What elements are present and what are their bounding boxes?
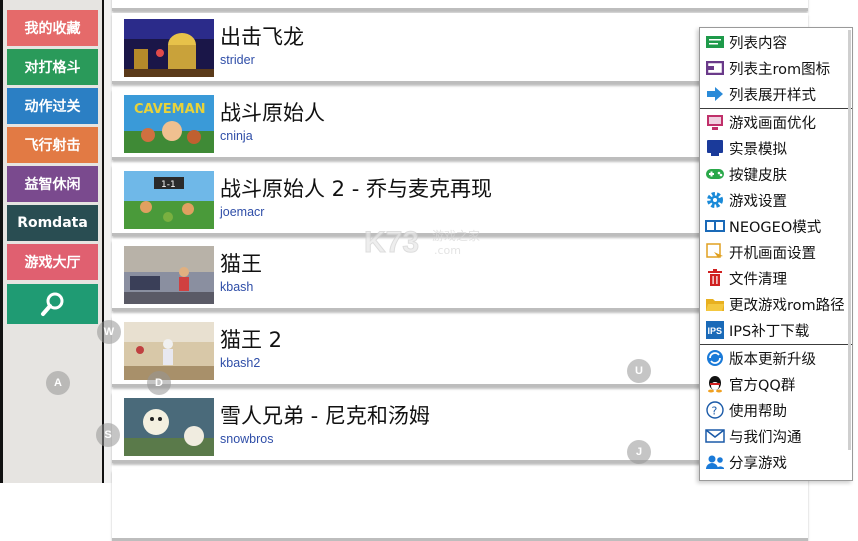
expand-arrow-icon (705, 84, 725, 104)
menu-item-qq-group[interactable]: 官方QQ群 (700, 371, 852, 397)
key-hint-a: A (46, 371, 70, 395)
divider (104, 0, 112, 483)
game-rom-name: kbash2 (220, 356, 261, 370)
game-thumbnail (124, 322, 214, 380)
game-thumbnail: CAVEMAN (124, 95, 214, 153)
boot-screen-icon (705, 242, 725, 262)
svg-text:IPS: IPS (708, 326, 723, 336)
menu-item-rom-icon[interactable]: 列表主rom图标 (700, 55, 852, 81)
svg-text:游戏之家: 游戏之家 (432, 228, 480, 243)
category-fighting[interactable]: 对打格斗 (7, 49, 98, 85)
share-icon (705, 452, 725, 472)
menu-item-game-settings[interactable]: 游戏设置 (700, 187, 852, 213)
neogeo-icon (705, 216, 725, 236)
menu-item-neogeo-mode[interactable]: NEOGEO模式 (700, 213, 852, 239)
game-title: 战斗原始人 2 - 乔与麦克再现 (220, 177, 492, 201)
game-rom-name: joemacr (220, 205, 265, 219)
ips-icon: IPS (705, 320, 725, 340)
svg-text:?: ? (712, 405, 718, 418)
category-puzzle[interactable]: 益智休闲 (7, 166, 98, 202)
game-thumbnail: 1-1 (124, 171, 214, 229)
game-title: 雪人兄弟 - 尼克和汤姆 (220, 404, 430, 428)
game-title: 猫王 2 (220, 328, 283, 352)
category-shooting[interactable]: 飞行射击 (7, 127, 98, 163)
monitor-icon (705, 138, 725, 158)
svg-text:K73: K73 (364, 226, 419, 259)
key-hint-j: J (627, 440, 651, 464)
game-title: 猫王 (220, 252, 262, 276)
gear-icon (705, 190, 725, 210)
category-action[interactable]: 动作过关 (7, 88, 98, 124)
menu-item-key-skin[interactable]: 按键皮肤 (700, 161, 852, 187)
game-rom-name: strider (220, 53, 255, 67)
rom-icon (705, 58, 725, 78)
category-romdata[interactable]: Romdata (7, 205, 98, 241)
list-content-icon (705, 32, 725, 52)
menu-item-list-content[interactable]: 列表内容 (700, 29, 852, 55)
game-thumbnail (124, 19, 214, 77)
list-item[interactable] (112, 0, 808, 11)
game-title: 出击飞龙 (220, 25, 304, 49)
menu-item-share-game[interactable]: 分享游戏 (700, 449, 852, 475)
screen-optimize-icon (705, 112, 725, 132)
trash-icon (705, 268, 725, 288)
game-rom-name: kbash (220, 280, 254, 294)
key-hint-d: D (147, 371, 171, 395)
update-icon (705, 348, 725, 368)
menu-item-realistic-sim[interactable]: 实景模拟 (700, 135, 852, 161)
gamepad-icon (705, 164, 725, 184)
help-icon: ? (705, 400, 725, 420)
svg-text:1-1: 1-1 (161, 180, 176, 190)
qq-icon (705, 374, 725, 394)
search-icon (40, 292, 63, 316)
key-hint-s: S (96, 423, 120, 447)
menu-item-rom-path[interactable]: 更改游戏rom路径 (700, 291, 852, 317)
game-rom-name: snowbros (220, 432, 274, 446)
category-sidebar: 我的收藏 对打格斗 动作过关 飞行射击 益智休闲 Romdata 游戏大厅 (0, 0, 104, 483)
key-hint-w: W (97, 320, 121, 344)
search-button[interactable] (7, 284, 98, 324)
options-menu: 列表内容 列表主rom图标 列表展开样式 游戏画面优化 实景模拟 按键皮肤 游戏… (699, 27, 853, 481)
key-hint-u: U (627, 359, 651, 383)
watermark-logo: K73 游戏之家 .com (364, 226, 481, 260)
menu-scrollbar[interactable] (848, 30, 851, 450)
game-title: 战斗原始人 (220, 101, 325, 125)
svg-text:CAVEMAN: CAVEMAN (134, 102, 206, 117)
mail-icon (705, 426, 725, 446)
category-favorites[interactable]: 我的收藏 (7, 10, 98, 46)
menu-item-ips-patch[interactable]: IPS IPS补丁下载 (700, 317, 852, 343)
menu-item-expand-style[interactable]: 列表展开样式 (700, 81, 852, 107)
category-game-hall[interactable]: 游戏大厅 (7, 244, 98, 280)
game-thumbnail (124, 246, 214, 304)
menu-item-contact-us[interactable]: 与我们沟通 (700, 423, 852, 449)
svg-text:.com: .com (434, 244, 461, 257)
menu-item-help[interactable]: ? 使用帮助 (700, 397, 852, 423)
menu-item-boot-screen[interactable]: 开机画面设置 (700, 239, 852, 265)
menu-item-version-update[interactable]: 版本更新升级 (700, 345, 852, 371)
game-rom-name: cninja (220, 129, 253, 143)
menu-item-screen-optimize[interactable]: 游戏画面优化 (700, 109, 852, 135)
folder-icon (705, 294, 725, 314)
menu-item-file-cleanup[interactable]: 文件清理 (700, 265, 852, 291)
game-thumbnail (124, 398, 214, 456)
